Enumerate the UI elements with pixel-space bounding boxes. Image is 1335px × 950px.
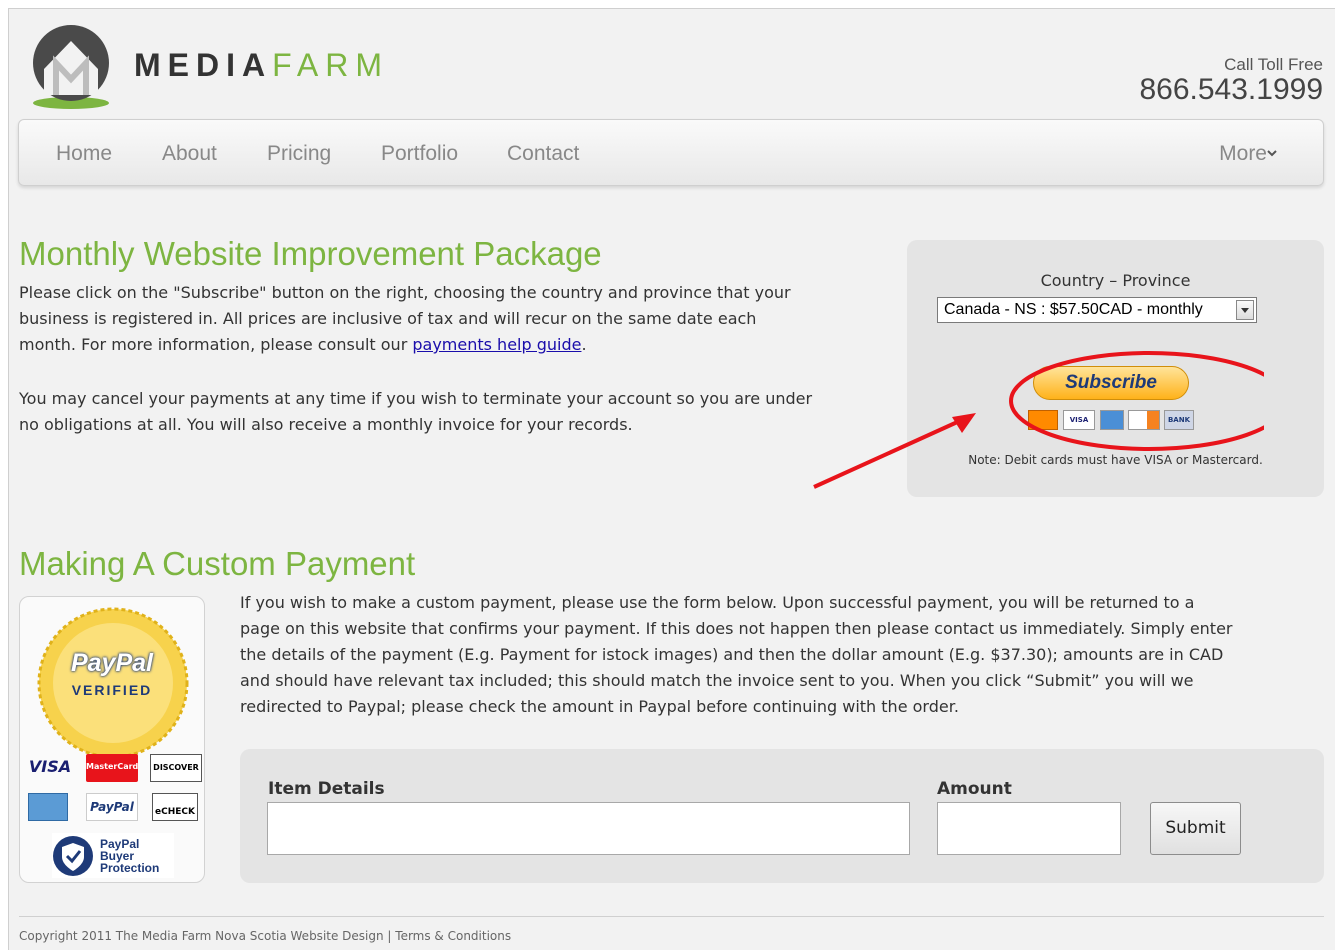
red-circle-annotation [1009, 351, 1264, 451]
nav-more[interactable]: More [1219, 142, 1267, 166]
amount-input[interactable] [937, 802, 1121, 855]
logo-wordmark[interactable]: MEDIAFARM [134, 47, 389, 84]
monthly-p2-line2: no obligations at all. You will also rec… [19, 415, 633, 434]
monthly-p1-text: month. For more information, please cons… [19, 335, 413, 354]
logo-media-text: MEDIA [134, 47, 273, 83]
footer-divider [19, 916, 1324, 917]
select-value: Canada - NS : $57.50CAD - monthly [944, 301, 1203, 318]
amex-logo-icon [28, 793, 68, 821]
paypal-verified-badge: PayPal VERIFIED VISA MasterCard DISCOVER… [19, 596, 205, 883]
buyer-protection-text: PayPal Buyer Protection [100, 838, 159, 874]
phone-number: 866.543.1999 [1139, 73, 1323, 106]
monthly-p1-line1: Please click on the "Subscribe" button o… [19, 283, 791, 302]
discover-logo-icon: DISCOVER [150, 754, 202, 782]
custom-payment-heading: Making A Custom Payment [19, 545, 416, 582]
monthly-p2-line1: You may cancel your payments at any time… [19, 389, 813, 408]
custom-payment-form: Item Details Amount Submit [240, 749, 1324, 883]
monthly-paragraph-1: Please click on the "Subscribe" button o… [19, 280, 791, 358]
custom-payment-paragraph: If you wish to make a custom payment, pl… [240, 590, 1233, 720]
custom-line-2: page on this website that confirms your … [240, 619, 1233, 638]
page: MEDIAFARM Call Toll Free 866.543.1999 Ho… [8, 8, 1335, 950]
paypal-small-logo-icon: PayPal [86, 793, 138, 821]
mastercard-logo-icon: MasterCard [86, 754, 138, 782]
custom-line-1: If you wish to make a custom payment, pl… [240, 593, 1195, 612]
nav-contact[interactable]: Contact [507, 142, 579, 166]
shield-check-icon [53, 836, 93, 876]
nav-about[interactable]: About [162, 142, 217, 166]
monthly-paragraph-2: You may cancel your payments at any time… [19, 386, 812, 438]
monthly-p1-end: . [581, 335, 587, 354]
payments-help-guide-link[interactable]: payments help guide [412, 335, 581, 354]
country-province-select[interactable]: Canada - NS : $57.50CAD - monthly [937, 297, 1257, 323]
amount-label: Amount [937, 779, 1012, 799]
custom-line-4: and should have relevant tax included; t… [240, 671, 1194, 690]
nav-pricing[interactable]: Pricing [267, 142, 331, 166]
country-province-label: Country – Province [1040, 271, 1191, 290]
call-toll-free-label: Call Toll Free [1224, 55, 1323, 74]
monthly-p1-line3: month. For more information, please cons… [19, 332, 791, 358]
monthly-p1-line2: business is registered in. All prices ar… [19, 309, 757, 328]
media-farm-logo-icon[interactable] [26, 23, 116, 109]
footer-copyright: Copyright 2011 The Media Farm Nova Scoti… [19, 929, 512, 943]
paypal-seal-text: PayPal [70, 649, 153, 677]
dropdown-arrow-icon[interactable] [1236, 300, 1254, 320]
logo-farm-text: FARM [272, 47, 389, 83]
item-details-label: Item Details [268, 779, 385, 799]
chevron-down-icon[interactable] [1267, 148, 1277, 158]
main-nav: Home About Pricing Portfolio Contact Mor… [18, 119, 1324, 186]
verified-text: VERIFIED [71, 682, 153, 698]
buyer-protection-logo: PayPal Buyer Protection [52, 833, 174, 878]
monthly-package-heading: Monthly Website Improvement Package [19, 235, 602, 272]
bp-line-3: Protection [100, 861, 160, 875]
nav-portfolio[interactable]: Portfolio [381, 142, 458, 166]
echeck-logo-icon: eCHECK [152, 793, 198, 821]
submit-button[interactable]: Submit [1150, 802, 1241, 855]
custom-line-3: the details of the payment (E.g. Payment… [240, 645, 1224, 664]
nav-home[interactable]: Home [56, 142, 112, 166]
item-details-input[interactable] [267, 802, 910, 855]
annotation-overlay [813, 351, 1264, 489]
red-arrow-annotation [813, 417, 965, 489]
custom-line-5: redirected to Paypal; please check the a… [240, 697, 959, 716]
visa-logo-icon: VISA [28, 757, 72, 776]
